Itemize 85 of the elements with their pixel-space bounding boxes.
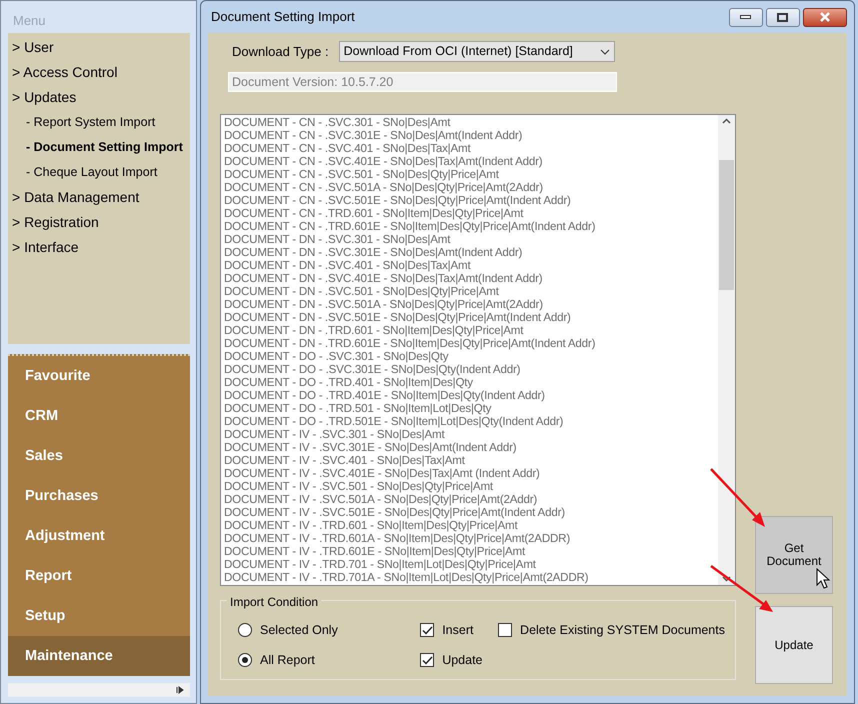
module-item[interactable]: Maintenance: [8, 636, 190, 676]
minimize-button[interactable]: [728, 8, 762, 26]
scroll-up-icon[interactable]: [722, 118, 731, 124]
list-item[interactable]: DOCUMENT - IV - .SVC.401 - SNo|Des|Tax|Amt: [224, 454, 715, 467]
download-type-label: Download Type :: [232, 42, 329, 61]
list-item[interactable]: DOCUMENT - DO - .TRD.401 - SNo|Item|Des|Qty: [224, 376, 715, 389]
list-item[interactable]: DOCUMENT - DO - .SVC.301E - SNo|Des|Qty(Indent Addr): [224, 363, 715, 376]
window-title: Document Setting Import: [210, 8, 355, 26]
list-item[interactable]: DOCUMENT - DN - .SVC.501E - SNo|Des|Qty|Price|Amt(Indent Addr): [224, 311, 715, 324]
list-item[interactable]: DOCUMENT - DN - .SVC.501 - SNo|Des|Qty|Price|Amt: [224, 285, 715, 298]
tree-item[interactable]: > Interface: [8, 235, 190, 260]
list-item[interactable]: DOCUMENT - DN - .SVC.501A - SNo|Des|Qty|Price|Amt(2Addr): [224, 298, 715, 311]
checkbox[interactable]: [498, 623, 512, 637]
tree-item[interactable]: > User: [8, 35, 190, 60]
action-button[interactable]: Update: [755, 606, 833, 684]
list-item[interactable]: DOCUMENT - DN - .TRD.601 - SNo|Item|Des|Qty|Price|Amt: [224, 324, 715, 337]
module-item[interactable]: Adjustment: [8, 516, 190, 556]
module-item[interactable]: CRM: [8, 396, 190, 436]
list-item[interactable]: DOCUMENT - IV - .SVC.301E - SNo|Des|Amt(Indent Addr): [224, 441, 715, 454]
tree-subitem[interactable]: - Cheque Layout Import: [8, 160, 190, 185]
maximize-button[interactable]: [766, 8, 800, 26]
list-item[interactable]: DOCUMENT - IV - .TRD.701 - SNo|Item|Lot|Des|Qty|Price|Amt: [224, 558, 715, 571]
maximize-icon: [777, 12, 788, 22]
list-item[interactable]: DOCUMENT - DO - .TRD.501 - SNo|Item|Lot|Des|Qty: [224, 402, 715, 415]
list-item[interactable]: DOCUMENT - CN - .TRD.601E - SNo|Item|Des|Qty|Price|Amt(Indent Addr): [224, 220, 715, 233]
tree-item[interactable]: > Registration: [8, 210, 190, 235]
list-item[interactable]: DOCUMENT - CN - .SVC.301 - SNo|Des|Amt: [224, 116, 715, 129]
radio-label: Selected Only: [260, 622, 338, 639]
list-item[interactable]: DOCUMENT - CN - .SVC.501A - SNo|Des|Qty|Price|Amt(2Addr): [224, 181, 715, 194]
module-item[interactable]: Setup: [8, 596, 190, 636]
list-item[interactable]: DOCUMENT - IV - .TRD.601A - SNo|Item|Des|Qty|Price|Amt(2ADDR): [224, 532, 715, 545]
list-item[interactable]: DOCUMENT - IV - .SVC.501A - SNo|Des|Qty|Price|Amt(2Addr): [224, 493, 715, 506]
close-icon: [819, 12, 831, 22]
checkbox-label: Delete Existing SYSTEM Documents: [520, 622, 725, 639]
checkbox[interactable]: [420, 623, 434, 637]
list-item[interactable]: DOCUMENT - DO - .TRD.501E - SNo|Item|Lot|Des|Qty(Indent Addr): [224, 415, 715, 428]
list-item[interactable]: DOCUMENT - CN - .SVC.501 - SNo|Des|Qty|Price|Amt: [224, 168, 715, 181]
tree-item[interactable]: > Updates: [8, 85, 190, 110]
list-item[interactable]: DOCUMENT - CN - .SVC.301E - SNo|Des|Amt(Indent Addr): [224, 129, 715, 142]
list-item[interactable]: DOCUMENT - IV - .TRD.601E - SNo|Item|Des|Qty|Price|Amt: [224, 545, 715, 558]
list-item[interactable]: DOCUMENT - IV - .SVC.501E - SNo|Des|Qty|Price|Amt(Indent Addr): [224, 506, 715, 519]
checkbox-label: Insert: [442, 622, 474, 639]
scroll-arrow-icon[interactable]: [176, 686, 184, 694]
list-item[interactable]: DOCUMENT - CN - .SVC.401E - SNo|Des|Tax|Amt(Indent Addr): [224, 155, 715, 168]
scrollbar-thumb[interactable]: [719, 160, 734, 290]
list-item[interactable]: DOCUMENT - IV - .TRD.601 - SNo|Item|Des|Qty|Price|Amt: [224, 519, 715, 532]
list-item[interactable]: DOCUMENT - CN - .SVC.401 - SNo|Des|Tax|Amt: [224, 142, 715, 155]
radio-button[interactable]: [238, 623, 252, 637]
action-button[interactable]: Get Document: [755, 516, 833, 594]
close-button[interactable]: [803, 8, 847, 26]
list-item[interactable]: DOCUMENT - IV - .TRD.701A - SNo|Item|Lot|Des|Qty|Price|Amt(2ADDR): [224, 571, 715, 584]
list-item[interactable]: DOCUMENT - DO - .TRD.401E - SNo|Item|Des|Qty(Indent Addr): [224, 389, 715, 402]
module-item[interactable]: Sales: [8, 436, 190, 476]
tree-item[interactable]: > Data Management: [8, 185, 190, 210]
list-item[interactable]: DOCUMENT - CN - .TRD.601 - SNo|Item|Des|Qty|Price|Amt: [224, 207, 715, 220]
list-item[interactable]: DOCUMENT - DN - .SVC.401 - SNo|Des|Tax|Amt: [224, 259, 715, 272]
vertical-scrollbar[interactable]: [718, 115, 735, 585]
chevron-down-icon: [600, 48, 610, 54]
tree-subitem[interactable]: - Document Setting Import: [8, 135, 190, 160]
list-item[interactable]: DOCUMENT - CN - .SVC.501E - SNo|Des|Qty|Price|Amt(Indent Addr): [224, 194, 715, 207]
list-item[interactable]: DOCUMENT - IV - .SVC.301 - SNo|Des|Amt: [224, 428, 715, 441]
list-item[interactable]: DOCUMENT - IV - .SVC.401E - SNo|Des|Tax|Amt (Indent Addr): [224, 467, 715, 480]
module-item[interactable]: Report: [8, 556, 190, 596]
download-type-dropdown[interactable]: Download From OCI (Internet) [Standard]: [338, 41, 615, 62]
radio-button[interactable]: [238, 653, 252, 667]
list-item[interactable]: DOCUMENT - DN - .SVC.301E - SNo|Des|Amt(Indent Addr): [224, 246, 715, 259]
radio-label: All Report: [260, 652, 315, 669]
module-item[interactable]: Favourite: [8, 356, 190, 396]
list-item[interactable]: DOCUMENT - IV - .SVC.501 - SNo|Des|Qty|Price|Amt: [224, 480, 715, 493]
menu-title: Menu: [12, 12, 47, 30]
module-item[interactable]: Purchases: [8, 476, 190, 516]
checkbox-label: Update: [442, 652, 483, 669]
version-field: Document Version: 10.5.7.20: [228, 72, 617, 92]
tree-subitem[interactable]: - Report System Import: [8, 110, 190, 135]
checkbox[interactable]: [420, 653, 434, 667]
scroll-down-icon[interactable]: [722, 576, 731, 582]
list-item[interactable]: DOCUMENT - DN - .SVC.401E - SNo|Des|Tax|Amt(Indent Addr): [224, 272, 715, 285]
list-item[interactable]: DOCUMENT - DN - .TRD.601E - SNo|Item|Des|Qty|Price|Amt(Indent Addr): [224, 337, 715, 350]
mouse-pointer-icon: [816, 568, 830, 589]
tree-item[interactable]: > Access Control: [8, 60, 190, 85]
horizontal-scrollbar[interactable]: [8, 683, 190, 697]
list-item[interactable]: DOCUMENT - DO - .SVC.301 - SNo|Des|Qty: [224, 350, 715, 363]
list-item[interactable]: DOCUMENT - DN - .SVC.301 - SNo|Des|Amt: [224, 233, 715, 246]
minimize-icon: [740, 15, 751, 19]
annotation-arrow: [708, 466, 768, 530]
